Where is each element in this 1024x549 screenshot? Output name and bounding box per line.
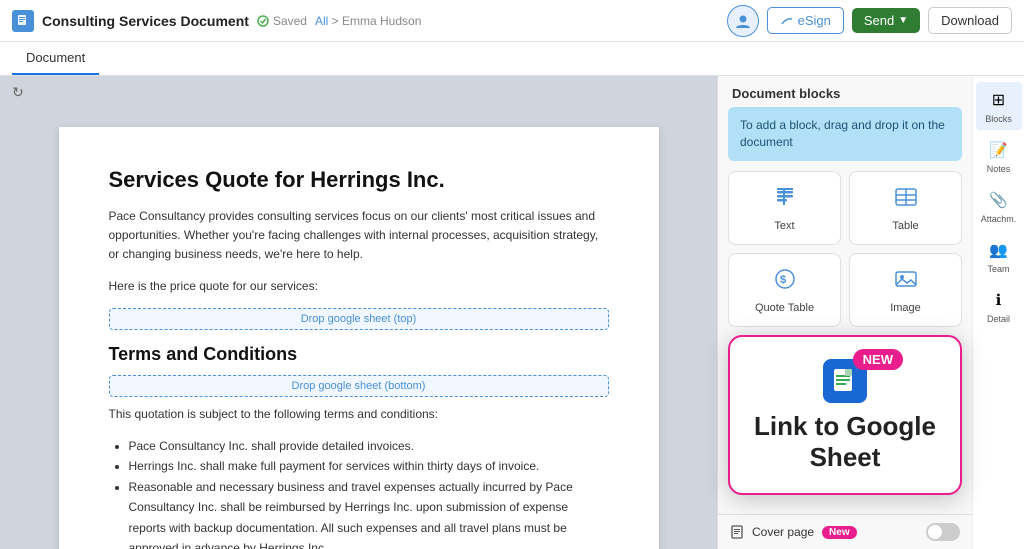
topbar-right: eSign Send ▼ Download [727,5,1012,37]
breadcrumb: All > Emma Hudson [315,14,421,28]
popup-top: NEW [748,359,942,403]
drop-zone-bottom[interactable]: Drop google sheet (bottom) [109,375,609,397]
doc-title: Consulting Services Document [42,13,249,29]
block-text[interactable]: Text [728,171,841,245]
team-icon: 👥 [987,238,1011,262]
attachments-icon: 📎 [987,188,1011,212]
popup-title: Link to Google Sheet [748,411,942,473]
blocks-grid: Text Table $ Quote Table [728,171,962,327]
blocks-sidebar: ⊞ Blocks 📝 Notes 📎 Attachm. 👥 Team ℹ Det… [972,76,1024,549]
sidebar-team[interactable]: 👥 Team [976,232,1022,280]
quote-table-block-icon: $ [772,266,798,298]
esign-button[interactable]: eSign [767,7,844,34]
tabbar: Document [0,42,1024,76]
send-button[interactable]: Send ▼ [852,8,920,33]
saved-badge: Saved [257,14,307,28]
quote-table-block-label: Quote Table [755,302,814,314]
sidebar-detail[interactable]: ℹ Detail [976,282,1022,330]
cover-page-row: Cover page New [730,525,857,539]
cover-page-new-tag: New [822,526,857,539]
doc-price-intro: Here is the price quote for our services… [109,277,609,296]
doc-title-heading: Services Quote for Herrings Inc. [109,167,609,193]
terms-list: Pace Consultancy Inc. shall provide deta… [109,436,609,549]
sheet-icon: NEW [823,359,867,403]
terms-intro: This quotation is subject to the followi… [109,405,609,424]
block-image[interactable]: Image [849,253,962,327]
doc-blocks-title: Document blocks [732,86,840,101]
send-dropdown-arrow: ▼ [898,15,908,26]
cover-page-toggle[interactable] [926,523,960,541]
blocks-icon: ⊞ [987,88,1011,112]
block-quote-table[interactable]: $ Quote Table [728,253,841,327]
doc-icon [12,10,34,32]
right-panel: Document blocks To add a block, drag and… [717,76,972,549]
notes-icon: 📝 [987,138,1011,162]
breadcrumb-all[interactable]: All [315,14,328,28]
terms-heading: Terms and Conditions [109,344,609,365]
doc-blocks-header: Document blocks [718,76,972,107]
tab-document[interactable]: Document [12,42,99,75]
text-block-icon [772,184,798,216]
refresh-button[interactable]: ↻ [2,78,717,107]
image-block-icon [893,266,919,298]
sidebar-attachments-label: Attachm. [981,214,1017,224]
bullet3: Reasonable and necessary business and tr… [129,477,609,549]
drop-zone-top[interactable]: Drop google sheet (top) [109,308,609,330]
toggle-knob [928,525,942,539]
table-block-icon [893,184,919,216]
right-outer: Document blocks To add a block, drag and… [717,76,1024,549]
topbar-left: Consulting Services Document Saved All >… [12,10,421,32]
sidebar-detail-label: Detail [987,314,1010,324]
google-sheet-popup-container: NEW Link to Google Sheet [728,335,962,495]
sidebar-team-label: Team [987,264,1009,274]
download-button[interactable]: Download [928,7,1012,34]
main-layout: ↻ Services Quote for Herrings Inc. Pace … [0,76,1024,549]
topbar: Consulting Services Document Saved All >… [0,0,1024,42]
image-block-label: Image [890,302,921,314]
table-block-label: Table [892,220,918,232]
doc-area: Services Quote for Herrings Inc. Pace Co… [0,107,717,549]
drop-hint: To add a block, drag and drop it on the … [728,107,962,161]
doc-paper: Services Quote for Herrings Inc. Pace Co… [59,127,659,549]
doc-intro: Pace Consultancy provides consulting ser… [109,207,609,265]
bullet1: Pace Consultancy Inc. shall provide deta… [129,436,609,456]
google-sheet-popup[interactable]: NEW Link to Google Sheet [728,335,962,495]
sidebar-attachments[interactable]: 📎 Attachm. [976,182,1022,230]
new-badge: NEW [853,349,903,370]
doc-area-wrapper: ↻ Services Quote for Herrings Inc. Pace … [0,76,717,549]
svg-text:$: $ [780,274,786,286]
breadcrumb-sep: > [332,14,342,28]
text-block-label: Text [774,220,794,232]
bottom-panel: Cover page New [718,514,972,549]
bullet2: Herrings Inc. shall make full payment fo… [129,456,609,476]
cover-page-label: Cover page [752,525,814,539]
saved-text: Saved [273,14,307,28]
sidebar-blocks[interactable]: ⊞ Blocks [976,82,1022,130]
avatar-button[interactable] [727,5,759,37]
cover-page-icon [730,525,744,539]
block-table[interactable]: Table [849,171,962,245]
sidebar-notes[interactable]: 📝 Notes [976,132,1022,180]
breadcrumb-user: Emma Hudson [342,14,421,28]
sidebar-blocks-label: Blocks [985,114,1012,124]
sidebar-notes-label: Notes [987,164,1011,174]
detail-icon: ℹ [987,288,1011,312]
blocks-panel: To add a block, drag and drop it on the … [718,107,972,514]
